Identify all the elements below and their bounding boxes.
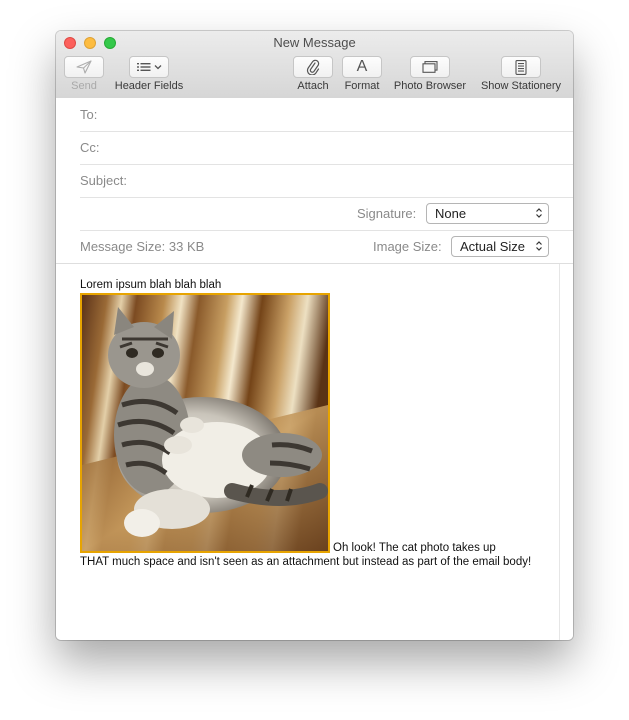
size-row: Message Size: 33 KB Image Size: Actual S…	[80, 230, 573, 263]
signature-select[interactable]: None	[426, 203, 549, 224]
paperclip-icon	[306, 59, 320, 75]
cc-label: Cc:	[80, 140, 100, 155]
cc-field[interactable]	[112, 137, 536, 159]
send-label: Send	[71, 80, 97, 92]
attach-button[interactable]	[293, 56, 333, 78]
image-size-select[interactable]: Actual Size	[451, 236, 549, 257]
format-icon: A	[356, 58, 368, 75]
scrollbar-track[interactable]	[559, 264, 560, 640]
format-label: Format	[344, 80, 380, 92]
chevron-down-icon	[154, 65, 161, 70]
show-stationery-button[interactable]	[501, 56, 541, 78]
signature-label: Signature:	[357, 206, 417, 221]
send-icon	[76, 60, 92, 74]
show-stationery-label: Show Stationery	[480, 80, 562, 92]
list-icon	[136, 63, 150, 71]
subject-label: Subject:	[80, 173, 127, 188]
image-size-value: Actual Size	[460, 239, 526, 254]
header-fields-button[interactable]	[129, 56, 169, 78]
subject-row: Subject:	[80, 164, 573, 198]
updown-chevron-icon	[536, 208, 542, 218]
header-fields-label: Header Fields	[114, 80, 184, 92]
message-header-fields: To: Cc: Subject: Signature: None Message…	[56, 98, 573, 264]
message-body[interactable]: Lorem ipsum blah blah blah Oh look! The …	[56, 264, 573, 640]
photo-browser-icon	[422, 61, 438, 73]
subject-field[interactable]	[142, 170, 546, 192]
photo-browser-label: Photo Browser	[393, 80, 467, 92]
send-button[interactable]	[64, 56, 104, 78]
compose-window: New Message Send Header Fields Attach A …	[56, 31, 573, 640]
updown-chevron-icon	[536, 241, 542, 251]
cat-photo[interactable]	[80, 293, 330, 553]
format-button[interactable]: A	[342, 56, 382, 78]
stationery-icon	[515, 59, 527, 75]
to-field[interactable]	[112, 104, 536, 126]
intro-text: Lorem ipsum blah blah blah	[80, 279, 222, 291]
caption-line-1: Oh look! The cat photo takes up	[333, 542, 496, 554]
to-label: To:	[80, 107, 98, 122]
title-bar: New Message Send Header Fields Attach A …	[56, 31, 573, 99]
photo-browser-button[interactable]	[410, 56, 450, 78]
image-size-label: Image Size:	[373, 239, 442, 254]
message-size-label: Message Size: 33 KB	[80, 239, 205, 254]
signature-value: None	[435, 206, 467, 221]
attach-label: Attach	[297, 80, 329, 92]
cc-row: Cc:	[80, 131, 573, 165]
window-title: New Message	[273, 35, 356, 50]
signature-row: Signature: None	[80, 197, 573, 231]
caption-rest: THAT much space and isn't seen as an att…	[80, 556, 532, 568]
to-row: To:	[80, 98, 573, 132]
cat-photo-image	[82, 295, 328, 551]
